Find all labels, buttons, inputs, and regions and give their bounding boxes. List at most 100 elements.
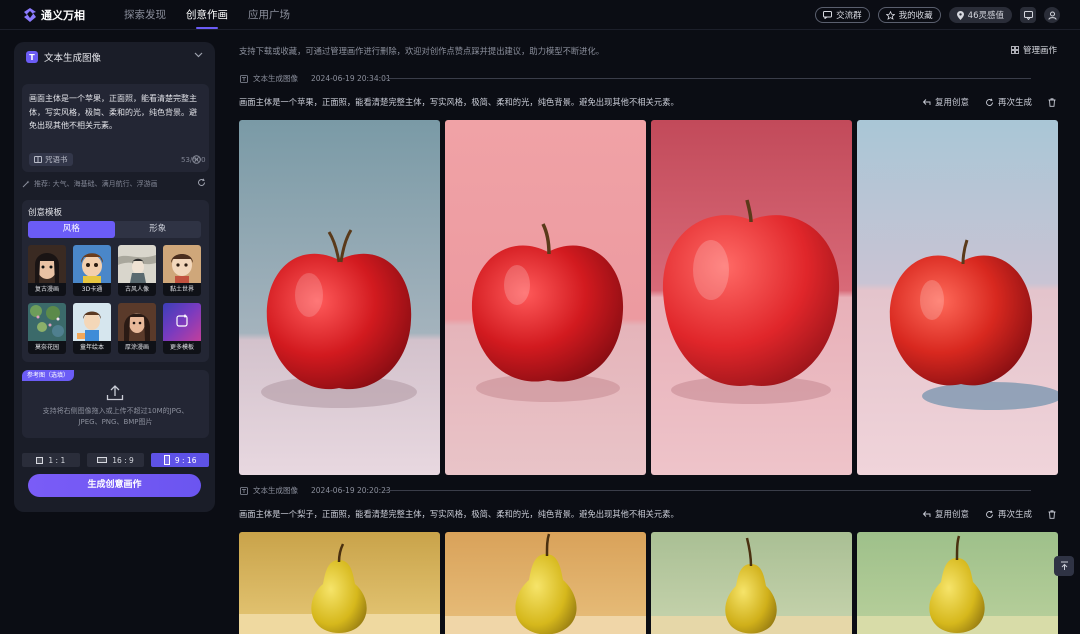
nav-creative-painting[interactable]: 创意作画 [186,0,228,30]
template-label: 童年绘本 [73,341,111,354]
group-type: 文本生成图像 [253,74,298,83]
chevron-down-icon [194,52,203,58]
group-actions: 复用创意 再次生成 [922,96,1056,108]
star-icon [885,10,895,20]
3d-cartoon-thumbnail [73,245,111,283]
delete-button[interactable] [1048,509,1056,519]
community-button[interactable]: 交流群 [815,7,870,23]
divider [384,490,1031,491]
template-impasto-comic[interactable]: 厚涂漫画 [118,303,156,354]
tab-character[interactable]: 形象 [115,221,202,238]
retro-comic-thumbnail [28,245,66,283]
delete-button[interactable] [1048,97,1056,107]
clear-icon[interactable] [192,155,201,164]
reply-arrow-icon [922,511,931,517]
tab-style[interactable]: 风格 [28,221,115,238]
reuse-button[interactable]: 复用创意 [922,508,969,520]
ratio-label: 1 : 1 [48,455,66,465]
template-monet-garden[interactable]: 莫奈花园 [28,303,66,354]
divider [384,78,1031,79]
generated-image-pear-4[interactable] [857,532,1058,634]
user-avatar[interactable] [1044,7,1060,23]
ratio-16-9[interactable]: 16 : 9 [86,453,145,467]
user-icon [1047,11,1057,20]
template-retro-comic[interactable]: 复古漫画 [28,245,66,296]
manage-artworks-button[interactable]: 管理画作 [1011,44,1057,56]
template-clay-world[interactable]: 黏土世界 [163,245,201,296]
arrow-up-icon [1060,561,1068,570]
points-label: 46灵感值 [967,11,1004,21]
monet-garden-thumbnail [28,303,66,341]
prompt-text[interactable]: 画面主体是一个苹果，正面照，能看清楚完整主体，写实风格，极简、柔和的光，纯色背景… [29,92,204,133]
generated-image-pear-2[interactable] [445,532,646,634]
portrait-icon [163,455,170,465]
nav-app-square[interactable]: 应用广场 [248,0,290,30]
refresh-icon[interactable] [197,178,206,187]
regenerate-button[interactable]: 再次生成 [985,508,1032,520]
community-label: 交流群 [836,11,862,21]
generated-image-apple-2[interactable] [445,120,646,475]
notice-text: 支持下载或收藏，可通过管理画作进行删除，欢迎对创作点赞点踩并提出建议，助力模型不… [239,46,605,56]
upload-icon [106,385,124,401]
generated-image-pear-3[interactable] [651,532,852,634]
mode-title: 文本生成图像 [44,53,102,64]
template-label: 厚涂漫画 [118,341,156,354]
more-templates-thumbnail [163,303,201,341]
regenerate-label: 再次生成 [998,98,1033,108]
logo-icon [24,8,36,22]
mode-selector[interactable]: T 文本生成图像 [14,42,215,72]
clay-world-thumbnail [163,245,201,283]
generated-image-apple-1[interactable] [239,120,440,475]
phrase-book-button[interactable]: 咒语书 [29,153,73,166]
phrase-book-label: 咒语书 [45,155,68,164]
reference-badge: 参考图（选填） [22,370,75,381]
group-header: 文本生成图像 2024-06-19 20:20:23 [240,485,391,496]
template-childhood-picture-book[interactable]: 童年绘本 [73,303,111,354]
generate-button[interactable]: 生成创意画作 [28,474,201,497]
landscape-icon [97,457,108,463]
generated-image-apple-4[interactable] [857,120,1058,475]
template-3d-cartoon[interactable]: 3D卡通 [73,245,111,296]
message-icon [1023,10,1033,20]
nav-explore[interactable]: 探索发现 [124,0,166,30]
reuse-button[interactable]: 复用创意 [922,96,969,108]
favorites-button[interactable]: 我的收藏 [877,7,941,23]
points-button[interactable]: 46灵感值 [948,7,1012,23]
reuse-label: 复用创意 [935,510,970,520]
reference-image-upload[interactable]: 参考图（选填） 支持将右侧图像拖入或上传不超过10M的JPG、JPEG、PNG、… [22,370,209,438]
template-ancient-portrait[interactable]: 古风人像 [118,245,156,296]
chat-icon [823,11,833,19]
pear-image-3 [651,532,852,634]
group-prompt: 画面主体是一个苹果，正面照，能看清楚完整主体，写实风格，极简、柔和的光，纯色背景… [239,97,679,107]
generated-image-apple-3[interactable] [651,120,852,475]
header-actions: 交流群 我的收藏 46灵感值 [815,7,1060,23]
group-header: 文本生成图像 2024-06-19 20:34:01 [240,73,391,84]
text-mode-icon: T [26,51,38,63]
ratio-label: 9 : 16 [174,455,197,465]
trash-icon [1048,97,1056,107]
feedback-button[interactable] [1020,7,1036,23]
ratio-9-16[interactable]: 9 : 16 [151,453,210,467]
apple-image-4 [857,120,1058,475]
regenerate-button[interactable]: 再次生成 [985,96,1032,108]
app-name: 通义万相 [41,9,85,22]
grid-icon [1011,46,1019,54]
app-logo[interactable]: 通义万相 [24,7,85,23]
template-label: 古风人像 [118,283,156,296]
refresh-icon [986,98,993,106]
generated-image-pear-1[interactable] [239,532,440,634]
back-to-top-button[interactable] [1054,556,1074,576]
manage-label: 管理画作 [1023,46,1058,56]
reuse-label: 复用创意 [935,98,970,108]
regenerate-label: 再次生成 [998,510,1033,520]
ratio-1-1[interactable]: 1 : 1 [22,453,80,467]
upload-instructions: 支持将右侧图像拖入或上传不超过10M的JPG、JPEG、PNG、BMP图片 [42,407,189,426]
templates-title: 创意模板 [28,208,63,218]
favorites-label: 我的收藏 [898,11,933,21]
pear-image-4 [857,532,1058,634]
magic-wand-icon [22,180,30,188]
square-icon [36,456,44,464]
prompt-input[interactable]: 画面主体是一个苹果，正面照，能看清楚完整主体，写实风格，极简、柔和的光，纯色背景… [22,84,209,172]
template-more[interactable]: 更多模板 [163,303,201,354]
group-time: 2024-06-19 20:34:01 [311,74,391,83]
